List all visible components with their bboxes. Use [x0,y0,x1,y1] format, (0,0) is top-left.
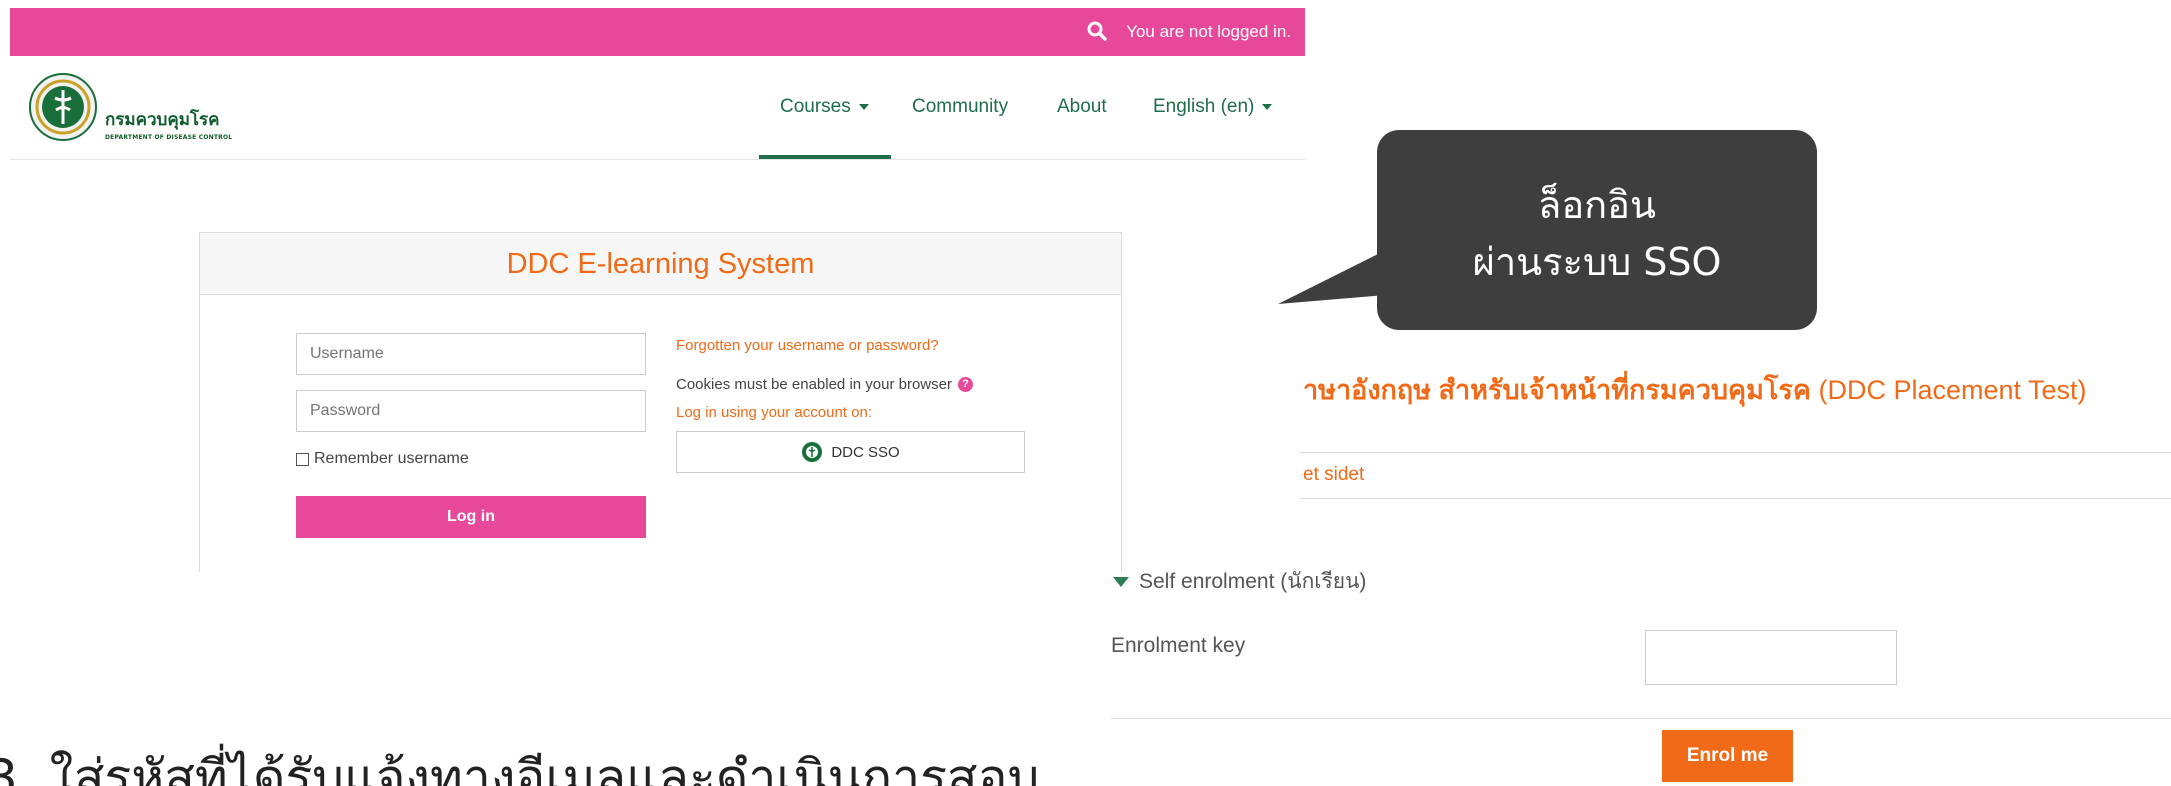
remember-username[interactable]: Remember username [296,450,469,468]
callout-line-1: ล็อกอิน [1538,183,1656,227]
nav-about[interactable]: About [1057,96,1107,118]
nav-community[interactable]: Community [912,96,1008,118]
nav-courses[interactable]: Courses [780,96,869,118]
cookies-note: Cookies must be enabled in your browser … [676,376,973,393]
course-title-english: (DDC Placement Test) [1818,375,2087,405]
course-title: าษาอังกฤษ สำหรับเจ้าหน้าที่กรมควบคุมโรค … [1303,368,2087,411]
nav-courses-label: Courses [780,96,851,117]
cookies-note-text: Cookies must be enabled in your browser [676,376,952,393]
course-sub-link[interactable]: et sidet [1303,464,1364,486]
login-button[interactable]: Log in [296,496,646,538]
top-bar: You are not logged in. [10,8,1305,56]
ddc-sso-button[interactable]: DDC SSO [676,431,1025,473]
self-enrolment-section[interactable]: Self enrolment (นักเรียน) [1113,565,1366,598]
enrolment-key-input[interactable] [1645,630,1897,685]
search-icon[interactable] [1085,19,1111,45]
enrolment-key-label: Enrolment key [1111,634,1246,657]
remember-label: Remember username [314,450,469,467]
ddc-sso-label: DDC SSO [831,443,900,461]
enrol-me-button[interactable]: Enrol me [1662,730,1793,782]
login-status: You are not logged in. [1126,22,1291,41]
remember-checkbox[interactable] [296,452,309,466]
expand-triangle-icon [1113,576,1129,587]
password-input[interactable] [296,390,646,432]
nav-language[interactable]: English (en) [1153,96,1273,118]
forgot-password-link[interactable]: Forgotten your username or password? [676,337,939,354]
navbar: กรมควบคุมโรค DEPARTMENT OF DISEASE CONTR… [10,56,1305,160]
ddc-logo-icon[interactable] [28,72,98,142]
login-card-title: DDC E-learning System [506,248,815,280]
logo-wordmark[interactable]: กรมควบคุมโรค DEPARTMENT OF DISEASE CONTR… [105,106,232,141]
username-input[interactable] [296,333,646,375]
logo-text-thai: กรมควบคุมโรค [105,110,220,130]
callout-bubble: ล็อกอิน ผ่านระบบ SSO [1377,130,1817,330]
active-nav-indicator [759,155,891,159]
divider [1300,452,2171,453]
instruction-caption: 3. ใส่รหัสที่ได้รับแจ้งทางอีเมลและดำเนิน… [0,749,1040,786]
ddc-sso-logo-icon [802,442,823,462]
divider [1300,498,2171,499]
chevron-down-icon [858,103,869,110]
login-card-header: DDC E-learning System [200,233,1121,295]
callout-line-2: ผ่านระบบ SSO [1472,240,1722,284]
login-card: DDC E-learning System Remember username … [199,232,1122,572]
course-title-thai: าษาอังกฤษ สำหรับเจ้าหน้าที่กรมควบคุมโรค [1303,375,1811,405]
logo-text-english: DEPARTMENT OF DISEASE CONTROL [105,134,233,141]
help-icon[interactable]: ? [957,377,973,392]
chevron-down-icon [1262,103,1273,110]
divider [1111,718,2171,719]
self-enrolment-label: Self enrolment (นักเรียน) [1139,570,1367,593]
nav-language-label: English (en) [1153,96,1255,117]
login-using-text: Log in using your account on: [676,404,872,421]
